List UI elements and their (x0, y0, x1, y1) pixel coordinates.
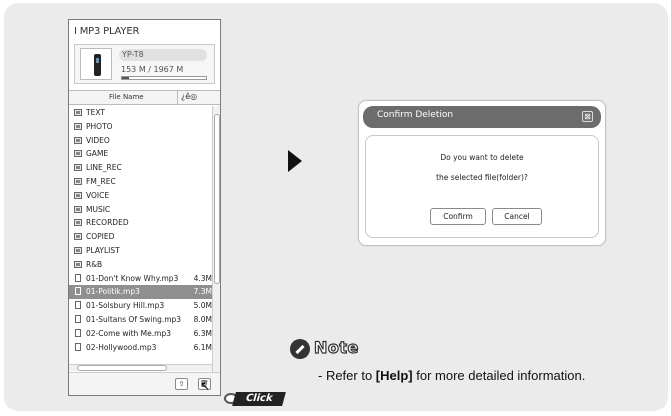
file-row[interactable]: 01-Solsbury Hill.mp3 5.0M (69, 299, 212, 313)
file-name: 01-Don't Know Why.mp3 (86, 273, 179, 283)
folder-row[interactable]: PHOTO (69, 120, 212, 134)
folder-icon (74, 150, 82, 158)
folder-row[interactable]: R&B (69, 258, 212, 272)
file-name: FM_REC (86, 176, 116, 186)
file-name: GAME (86, 149, 109, 159)
folder-row[interactable]: RECORDED (69, 216, 212, 230)
click-callout: Click (224, 391, 286, 407)
file-list: TEXT PHOTO VIDEO GAME LINE_REC FM_REC VOICE MUS… (69, 106, 212, 354)
folder-icon (74, 122, 82, 130)
device-capacity: 153 M / 1967 M (121, 65, 184, 74)
capacity-fill (122, 77, 129, 79)
folder-row[interactable]: MUSIC (69, 203, 212, 217)
file-size: 7.3M (193, 287, 212, 297)
file-name: PHOTO (86, 121, 113, 131)
click-label: Click (232, 392, 286, 406)
file-size: 8.0M (193, 314, 212, 324)
note-text: - Refer to [Help] for more detailed info… (318, 368, 585, 383)
file-name: R&B (86, 259, 103, 269)
folder-icon (74, 164, 82, 172)
dialog-title: Confirm Deletion (377, 110, 454, 120)
file-size: 6.3M (193, 328, 212, 338)
dialog-message-line2: the selected file(folder)? (436, 173, 528, 182)
folder-row[interactable]: TEXT (69, 106, 212, 120)
folder-row[interactable]: GAME (69, 147, 212, 161)
vertical-scroll-thumb[interactable] (214, 114, 220, 284)
file-list-header: File Name ¿ê◎ (69, 90, 220, 105)
file-name: 02-Hollywood.mp3 (86, 342, 157, 352)
file-name: LINE_REC (86, 163, 122, 173)
note-title: Note (313, 337, 359, 357)
folder-icon (74, 205, 82, 213)
mouse-pointer-icon: ↖ (200, 379, 211, 393)
folder-row[interactable]: COPIED (69, 230, 212, 244)
file-icon (75, 287, 81, 296)
device-info-box: YP-T8 153 M / 1967 M (74, 44, 215, 84)
file-icon (75, 314, 81, 323)
file-size: 5.0M (193, 301, 212, 311)
file-size: 4.3M (193, 273, 212, 283)
folder-icon (74, 191, 82, 199)
file-name: RECORDED (86, 218, 129, 228)
file-row[interactable]: 01-Politik.mp3 7.3M (69, 285, 212, 300)
file-icon (75, 273, 81, 282)
file-row[interactable]: 02-Come with Me.mp3 6.3M (69, 327, 212, 341)
file-row[interactable]: 01-Don't Know Why.mp3 4.3M (69, 272, 212, 286)
file-name: PLAYLIST (86, 245, 120, 255)
file-icon (75, 342, 81, 351)
folder-icon (74, 219, 82, 227)
dialog-body: Do you want to delete the selected file(… (365, 135, 599, 238)
file-name: VIDEO (86, 135, 110, 145)
folder-row[interactable]: VOICE (69, 189, 212, 203)
column-separator (177, 91, 178, 104)
transfer-icon[interactable]: ⇧ (175, 378, 188, 390)
column-icon[interactable]: ¿ê◎ (181, 92, 197, 101)
cancel-button[interactable]: Cancel (492, 208, 542, 225)
file-icon (75, 301, 81, 310)
folder-row[interactable]: FM_REC (69, 175, 212, 189)
file-name: VOICE (86, 190, 110, 200)
column-file-name[interactable]: File Name (109, 93, 144, 101)
file-row[interactable]: 02-Hollywood.mp3 6.1M (69, 341, 212, 355)
dialog-titlebar: Confirm Deletion ⊠ (363, 106, 601, 128)
folder-row[interactable]: VIDEO (69, 134, 212, 148)
note-text-suffix: for more detailed information. (412, 368, 586, 383)
file-name: MUSIC (86, 204, 111, 214)
horizontal-scrollbar[interactable] (69, 364, 212, 371)
file-icon (75, 328, 81, 337)
player-title: I MP3 PLAYER (74, 26, 140, 37)
folder-row[interactable]: LINE_REC (69, 161, 212, 175)
note-pen-icon (290, 339, 310, 359)
file-name: 01-Sultans Of Swing.mp3 (86, 314, 182, 324)
folder-icon (74, 177, 82, 185)
file-name: COPIED (86, 232, 115, 242)
file-row[interactable]: 01-Sultans Of Swing.mp3 8.0M (69, 313, 212, 327)
folder-icon (74, 233, 82, 241)
device-image (80, 48, 112, 80)
note-text-prefix: - Refer to (318, 368, 376, 383)
folder-icon (74, 136, 82, 144)
folder-row[interactable]: PLAYLIST (69, 244, 212, 258)
file-name: 01-Politik.mp3 (86, 287, 140, 297)
note-help-reference: [Help] (375, 368, 413, 383)
arrow-right-icon (288, 150, 302, 172)
confirm-button[interactable]: Confirm (430, 208, 486, 225)
dialog-message-line1: Do you want to delete (440, 153, 524, 162)
capacity-bar (121, 76, 207, 80)
horizontal-scroll-thumb[interactable] (77, 365, 167, 371)
device-model: YP-T8 (119, 49, 207, 61)
file-name: 02-Come with Me.mp3 (86, 328, 171, 338)
folder-icon (74, 260, 82, 268)
folder-icon (74, 246, 82, 254)
file-name: TEXT (86, 108, 105, 117)
folder-icon (74, 109, 82, 116)
confirm-deletion-dialog: Confirm Deletion ⊠ Do you want to delete… (358, 100, 606, 246)
file-name: 01-Solsbury Hill.mp3 (86, 301, 165, 311)
file-size: 6.1M (193, 342, 212, 352)
close-icon[interactable]: ⊠ (582, 111, 593, 122)
vertical-scrollbar[interactable] (212, 106, 220, 378)
mp3-player-window: I MP3 PLAYER YP-T8 153 M / 1967 M File N… (68, 19, 221, 396)
player-footer: ⇧ 🗑 (69, 372, 220, 395)
